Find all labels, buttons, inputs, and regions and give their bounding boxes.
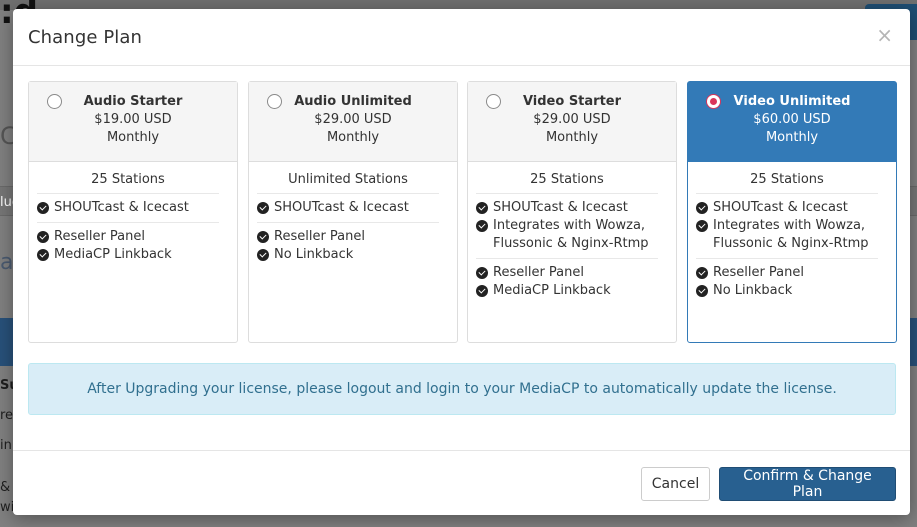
plan-body: Unlimited Stations SHOUTcast & Icecast Res… <box>249 162 457 269</box>
plan-period: Monthly <box>326 130 380 145</box>
plan-price: $29.00 USD <box>533 112 611 127</box>
feature-group: Reseller Panel No Linkback <box>696 259 878 305</box>
check-circle-icon <box>476 285 488 297</box>
close-icon[interactable]: × <box>876 25 893 45</box>
feature-group: SHOUTcast & Icecast Integrates with Wowza… <box>476 194 658 259</box>
plan-price: $29.00 USD <box>314 112 392 127</box>
info-notice: After Upgrading your license, please log… <box>28 363 896 415</box>
feature-label: Integrates with Wowza, Flussonic & Nginx… <box>493 218 649 251</box>
feature-item: MediaCP Linkback <box>476 282 658 300</box>
check-circle-icon <box>37 249 49 261</box>
feature-label: SHOUTcast & Icecast <box>274 200 409 215</box>
feature-item: Integrates with Wowza, Flussonic & Nginx… <box>696 217 878 253</box>
plan-stations: 25 Stations <box>696 162 878 194</box>
plan-card[interactable]: Video Starter $29.00 USD Monthly 25 Station… <box>467 81 677 343</box>
plan-header: Video Starter $29.00 USD Monthly <box>468 82 676 162</box>
plan-stations: 25 Stations <box>37 162 219 194</box>
feature-item: SHOUTcast & Icecast <box>257 199 439 217</box>
plan-options: Audio Starter $19.00 USD Monthly 25 Station… <box>28 81 897 343</box>
check-circle-icon <box>476 220 488 232</box>
plan-period: Monthly <box>765 130 819 145</box>
feature-label: MediaCP Linkback <box>493 283 611 298</box>
feature-label: Reseller Panel <box>493 265 584 280</box>
plan-price: $60.00 USD <box>753 112 831 127</box>
modal-footer: Cancel Confirm & Change Plan <box>13 450 910 515</box>
feature-group: Reseller Panel No Linkback <box>257 223 439 269</box>
modal-title: Change Plan <box>28 26 143 48</box>
feature-item: Reseller Panel <box>476 264 658 282</box>
check-circle-icon <box>476 267 488 279</box>
background-text-fragment: re <box>0 408 14 423</box>
feature-item: Integrates with Wowza, Flussonic & Nginx… <box>476 217 658 253</box>
feature-group: SHOUTcast & Icecast Integrates with Wowza… <box>696 194 878 259</box>
feature-label: Reseller Panel <box>54 229 145 244</box>
feature-label: Reseller Panel <box>713 265 804 280</box>
check-circle-icon <box>696 202 708 214</box>
plan-card[interactable]: Audio Unlimited $29.00 USD Monthly Unlimite… <box>248 81 458 343</box>
feature-label: Integrates with Wowza, Flussonic & Nginx… <box>713 218 869 251</box>
plan-stations: 25 Stations <box>476 162 658 194</box>
notice-text: After Upgrading your license, please log… <box>87 381 837 397</box>
plan-stations: Unlimited Stations <box>257 162 439 194</box>
check-circle-icon <box>257 249 269 261</box>
feature-label: MediaCP Linkback <box>54 247 172 262</box>
feature-label: No Linkback <box>713 283 793 298</box>
plan-body: 25 Stations SHOUTcast & Icecast Integrates… <box>468 162 676 305</box>
feature-label: SHOUTcast & Icecast <box>54 200 189 215</box>
plan-body: 25 Stations SHOUTcast & Icecast Reseller P… <box>29 162 237 269</box>
plan-radio[interactable] <box>47 94 62 109</box>
feature-label: SHOUTcast & Icecast <box>713 200 848 215</box>
check-circle-icon <box>476 202 488 214</box>
feature-item: SHOUTcast & Icecast <box>37 199 219 217</box>
background-text-fragment: & <box>0 480 11 495</box>
confirm-change-plan-button[interactable]: Confirm & Change Plan <box>719 467 896 501</box>
feature-item: SHOUTcast & Icecast <box>476 199 658 217</box>
check-circle-icon <box>37 202 49 214</box>
feature-item: Reseller Panel <box>696 264 878 282</box>
plan-price: $19.00 USD <box>94 112 172 127</box>
feature-item: No Linkback <box>696 282 878 300</box>
feature-group: Reseller Panel MediaCP Linkback <box>476 259 658 305</box>
check-circle-icon <box>696 267 708 279</box>
plan-radio[interactable] <box>267 94 282 109</box>
feature-item: No Linkback <box>257 246 439 264</box>
check-circle-icon <box>257 231 269 243</box>
cancel-button[interactable]: Cancel <box>641 467 710 501</box>
feature-group: SHOUTcast & Icecast <box>257 194 439 223</box>
plan-header: Video Unlimited $60.00 USD Monthly <box>688 82 896 162</box>
plan-period: Monthly <box>545 130 599 145</box>
feature-label: No Linkback <box>274 247 354 262</box>
feature-group: Reseller Panel MediaCP Linkback <box>37 223 219 269</box>
check-circle-icon <box>257 202 269 214</box>
feature-item: SHOUTcast & Icecast <box>696 199 878 217</box>
plan-radio[interactable] <box>706 94 721 109</box>
plan-header: Audio Starter $19.00 USD Monthly <box>29 82 237 162</box>
background-text-fragment: in <box>0 438 12 453</box>
feature-label: SHOUTcast & Icecast <box>493 200 628 215</box>
check-circle-icon <box>37 231 49 243</box>
feature-group: SHOUTcast & Icecast <box>37 194 219 223</box>
feature-item: Reseller Panel <box>37 228 219 246</box>
feature-label: Reseller Panel <box>274 229 365 244</box>
plan-period: Monthly <box>106 130 160 145</box>
plan-card[interactable]: Audio Starter $19.00 USD Monthly 25 Station… <box>28 81 238 343</box>
plan-header: Audio Unlimited $29.00 USD Monthly <box>249 82 457 162</box>
plan-card[interactable]: Video Unlimited $60.00 USD Monthly 25 Stati… <box>687 81 897 343</box>
plan-radio[interactable] <box>486 94 501 109</box>
modal-header: Change Plan × <box>13 9 910 66</box>
check-circle-icon <box>696 220 708 232</box>
check-circle-icon <box>696 285 708 297</box>
feature-item: MediaCP Linkback <box>37 246 219 264</box>
plan-body: 25 Stations SHOUTcast & Icecast Integrates… <box>688 162 896 305</box>
feature-item: Reseller Panel <box>257 228 439 246</box>
change-plan-modal: Change Plan × Audio Starter $19.00 USD Mon… <box>13 9 910 515</box>
